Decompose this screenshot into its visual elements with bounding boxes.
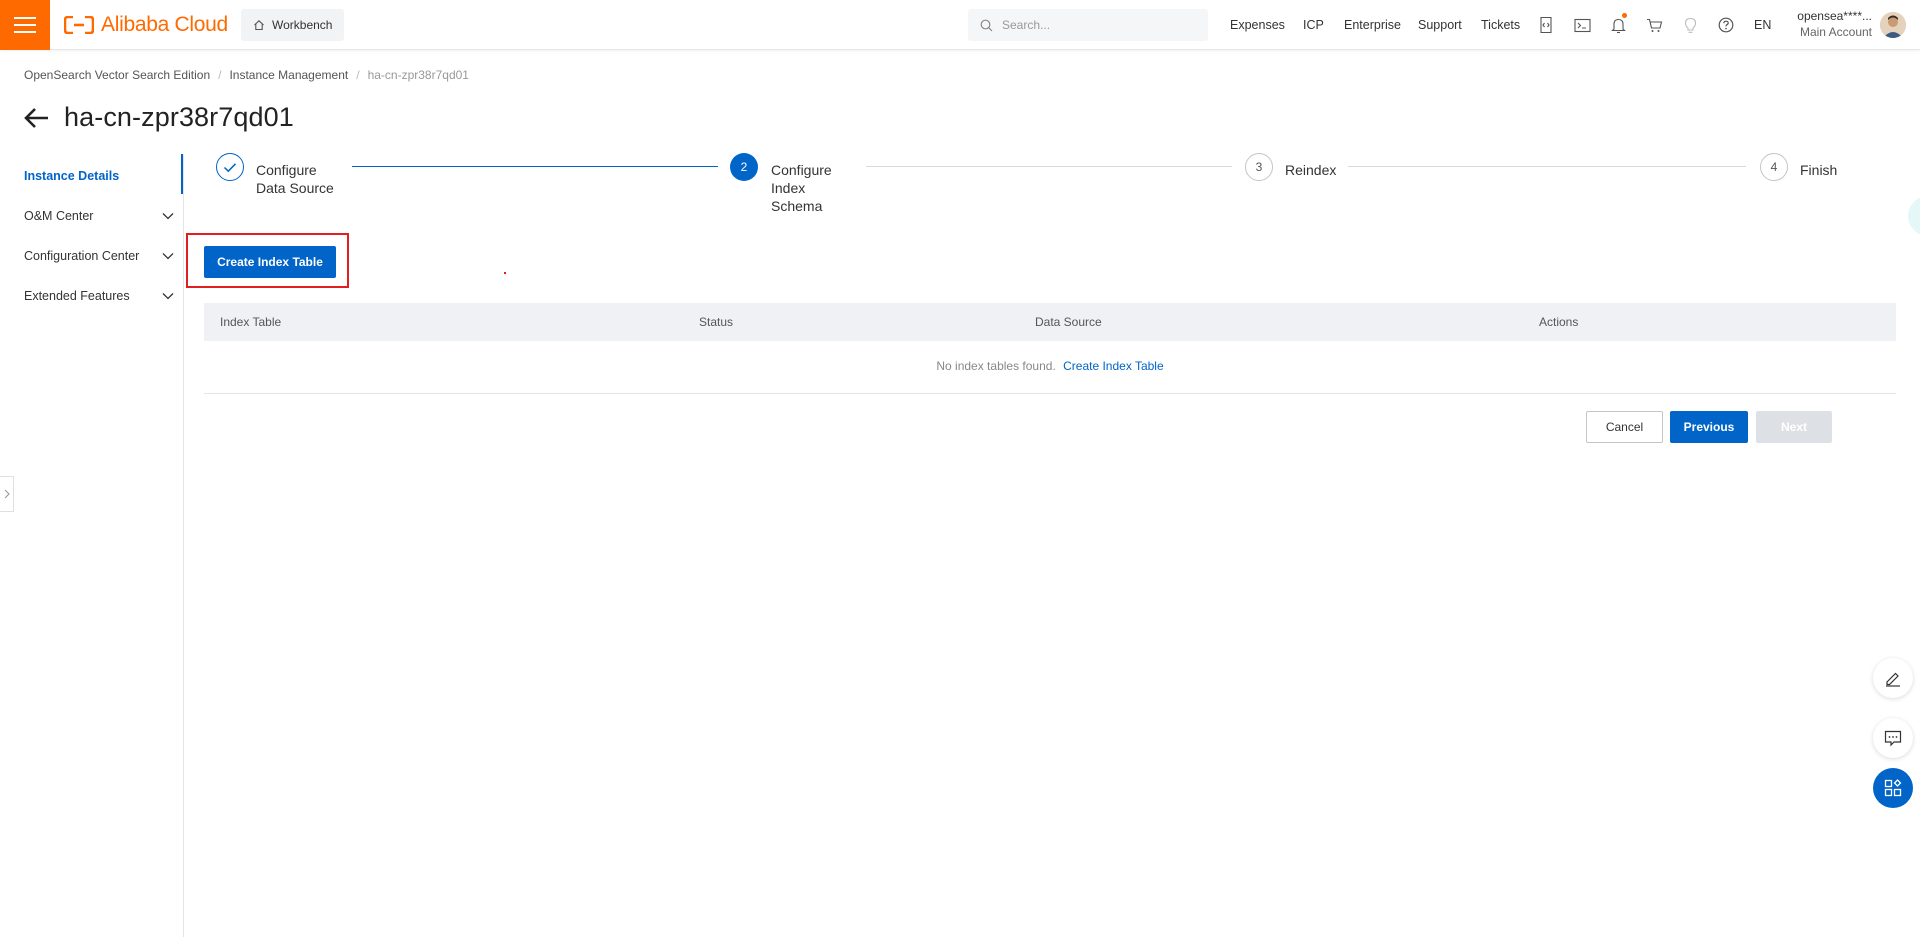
- apps-grid-icon[interactable]: [1873, 768, 1913, 808]
- sidebar-item-configuration-center[interactable]: Configuration Center: [24, 249, 174, 263]
- page-title: ha-cn-zpr38r7qd01: [64, 102, 294, 132]
- search-input[interactable]: [1002, 18, 1192, 32]
- sidebar-item-label: O&M Center: [24, 209, 94, 223]
- home-icon: [254, 20, 264, 31]
- top-navigation-bar: Alibaba Cloud Workbench Expenses ICP Ent…: [0, 0, 1920, 50]
- alibaba-cloud-logo[interactable]: Alibaba Cloud: [64, 13, 228, 37]
- step-3-number: 3: [1245, 153, 1273, 181]
- breadcrumb-separator: /: [356, 68, 360, 82]
- user-role: Main Account: [1799, 25, 1872, 39]
- avatar[interactable]: [1880, 12, 1906, 38]
- sidebar-expand-handle[interactable]: [0, 476, 14, 512]
- empty-state-text: No index tables found.: [936, 359, 1056, 373]
- chevron-down-icon: [162, 253, 174, 260]
- nav-enterprise[interactable]: Enterprise: [1344, 0, 1401, 50]
- breadcrumb-item-instance-management[interactable]: Instance Management: [229, 68, 348, 82]
- step-connector-pending: [866, 166, 1232, 167]
- step-3-label: Reindex: [1285, 162, 1337, 178]
- create-index-table-link[interactable]: Create Index Table: [1063, 359, 1164, 373]
- sidebar-item-label: Extended Features: [24, 289, 130, 303]
- language-switch[interactable]: EN: [1754, 0, 1771, 50]
- menu-hamburger-icon[interactable]: [0, 0, 50, 50]
- column-header-index-table: Index Table: [220, 315, 282, 329]
- edit-feedback-icon[interactable]: [1873, 658, 1913, 698]
- step-1-label: Configure Data Source: [256, 162, 334, 196]
- breadcrumb: OpenSearch Vector Search Edition / Insta…: [24, 68, 469, 82]
- workbench-button[interactable]: Workbench: [241, 9, 345, 41]
- sidebar-active-indicator: [181, 154, 183, 194]
- nav-icp[interactable]: ICP: [1303, 0, 1324, 50]
- search-box[interactable]: [968, 9, 1208, 41]
- breadcrumb-item-opensearch[interactable]: OpenSearch Vector Search Edition: [24, 68, 210, 82]
- bell-icon[interactable]: [1608, 13, 1628, 35]
- left-sidebar: Instance Details O&M Center Configuratio…: [0, 154, 184, 937]
- step-2-label: Configure Index Schema: [771, 162, 832, 214]
- annotation-dot: [504, 272, 506, 274]
- user-account[interactable]: opensea****... Main Account: [1792, 8, 1872, 41]
- code-icon[interactable]: [1536, 15, 1556, 35]
- step-connector-done: [352, 166, 718, 167]
- edge-floating-widget[interactable]: [1908, 196, 1920, 236]
- column-header-status: Status: [699, 315, 734, 329]
- nav-expenses[interactable]: Expenses: [1230, 0, 1285, 50]
- notification-dot: [1622, 13, 1627, 18]
- next-button[interactable]: Next: [1756, 411, 1832, 443]
- step-connector-pending: [1348, 166, 1746, 167]
- alibaba-cloud-logo-mark-icon: [64, 16, 94, 34]
- breadcrumb-item-current: ha-cn-zpr38r7qd01: [367, 68, 469, 82]
- step-1-check-icon: [216, 153, 244, 181]
- step-2-number: 2: [730, 153, 758, 181]
- previous-button[interactable]: Previous: [1670, 411, 1748, 443]
- chevron-right-icon: [4, 489, 10, 499]
- chevron-down-icon: [162, 293, 174, 300]
- sidebar-item-instance-details[interactable]: Instance Details: [24, 169, 174, 183]
- step-4-label: Finish: [1800, 162, 1838, 178]
- index-table-list: Index Table Status Data Source Actions N…: [204, 303, 1896, 394]
- sidebar-item-om-center[interactable]: O&M Center: [24, 209, 174, 223]
- help-icon[interactable]: [1716, 15, 1736, 35]
- back-arrow-icon[interactable]: [24, 107, 50, 129]
- breadcrumb-separator: /: [218, 68, 222, 82]
- step-4-number: 4: [1760, 153, 1788, 181]
- chat-icon[interactable]: [1873, 718, 1913, 758]
- terminal-icon[interactable]: [1572, 15, 1592, 35]
- table-header: Index Table Status Data Source Actions: [204, 303, 1896, 341]
- logo-text: Alibaba Cloud: [101, 13, 228, 36]
- chevron-down-icon: [162, 213, 174, 220]
- bulb-icon[interactable]: [1680, 15, 1700, 35]
- nav-tickets[interactable]: Tickets: [1481, 0, 1520, 50]
- sidebar-item-label: Configuration Center: [24, 249, 140, 263]
- table-empty-state: No index tables found. Create Index Tabl…: [204, 341, 1896, 394]
- cart-icon[interactable]: [1644, 15, 1664, 35]
- sidebar-item-extended-features[interactable]: Extended Features: [24, 289, 174, 303]
- cancel-button[interactable]: Cancel: [1586, 411, 1663, 443]
- user-name: opensea****...: [1797, 9, 1872, 23]
- create-index-table-button[interactable]: Create Index Table: [204, 246, 336, 278]
- nav-support[interactable]: Support: [1418, 0, 1462, 50]
- search-icon: [980, 19, 993, 31]
- column-header-data-source: Data Source: [1035, 315, 1102, 329]
- workbench-label: Workbench: [272, 18, 333, 32]
- sidebar-item-label: Instance Details: [24, 169, 120, 183]
- column-header-actions: Actions: [1539, 315, 1579, 329]
